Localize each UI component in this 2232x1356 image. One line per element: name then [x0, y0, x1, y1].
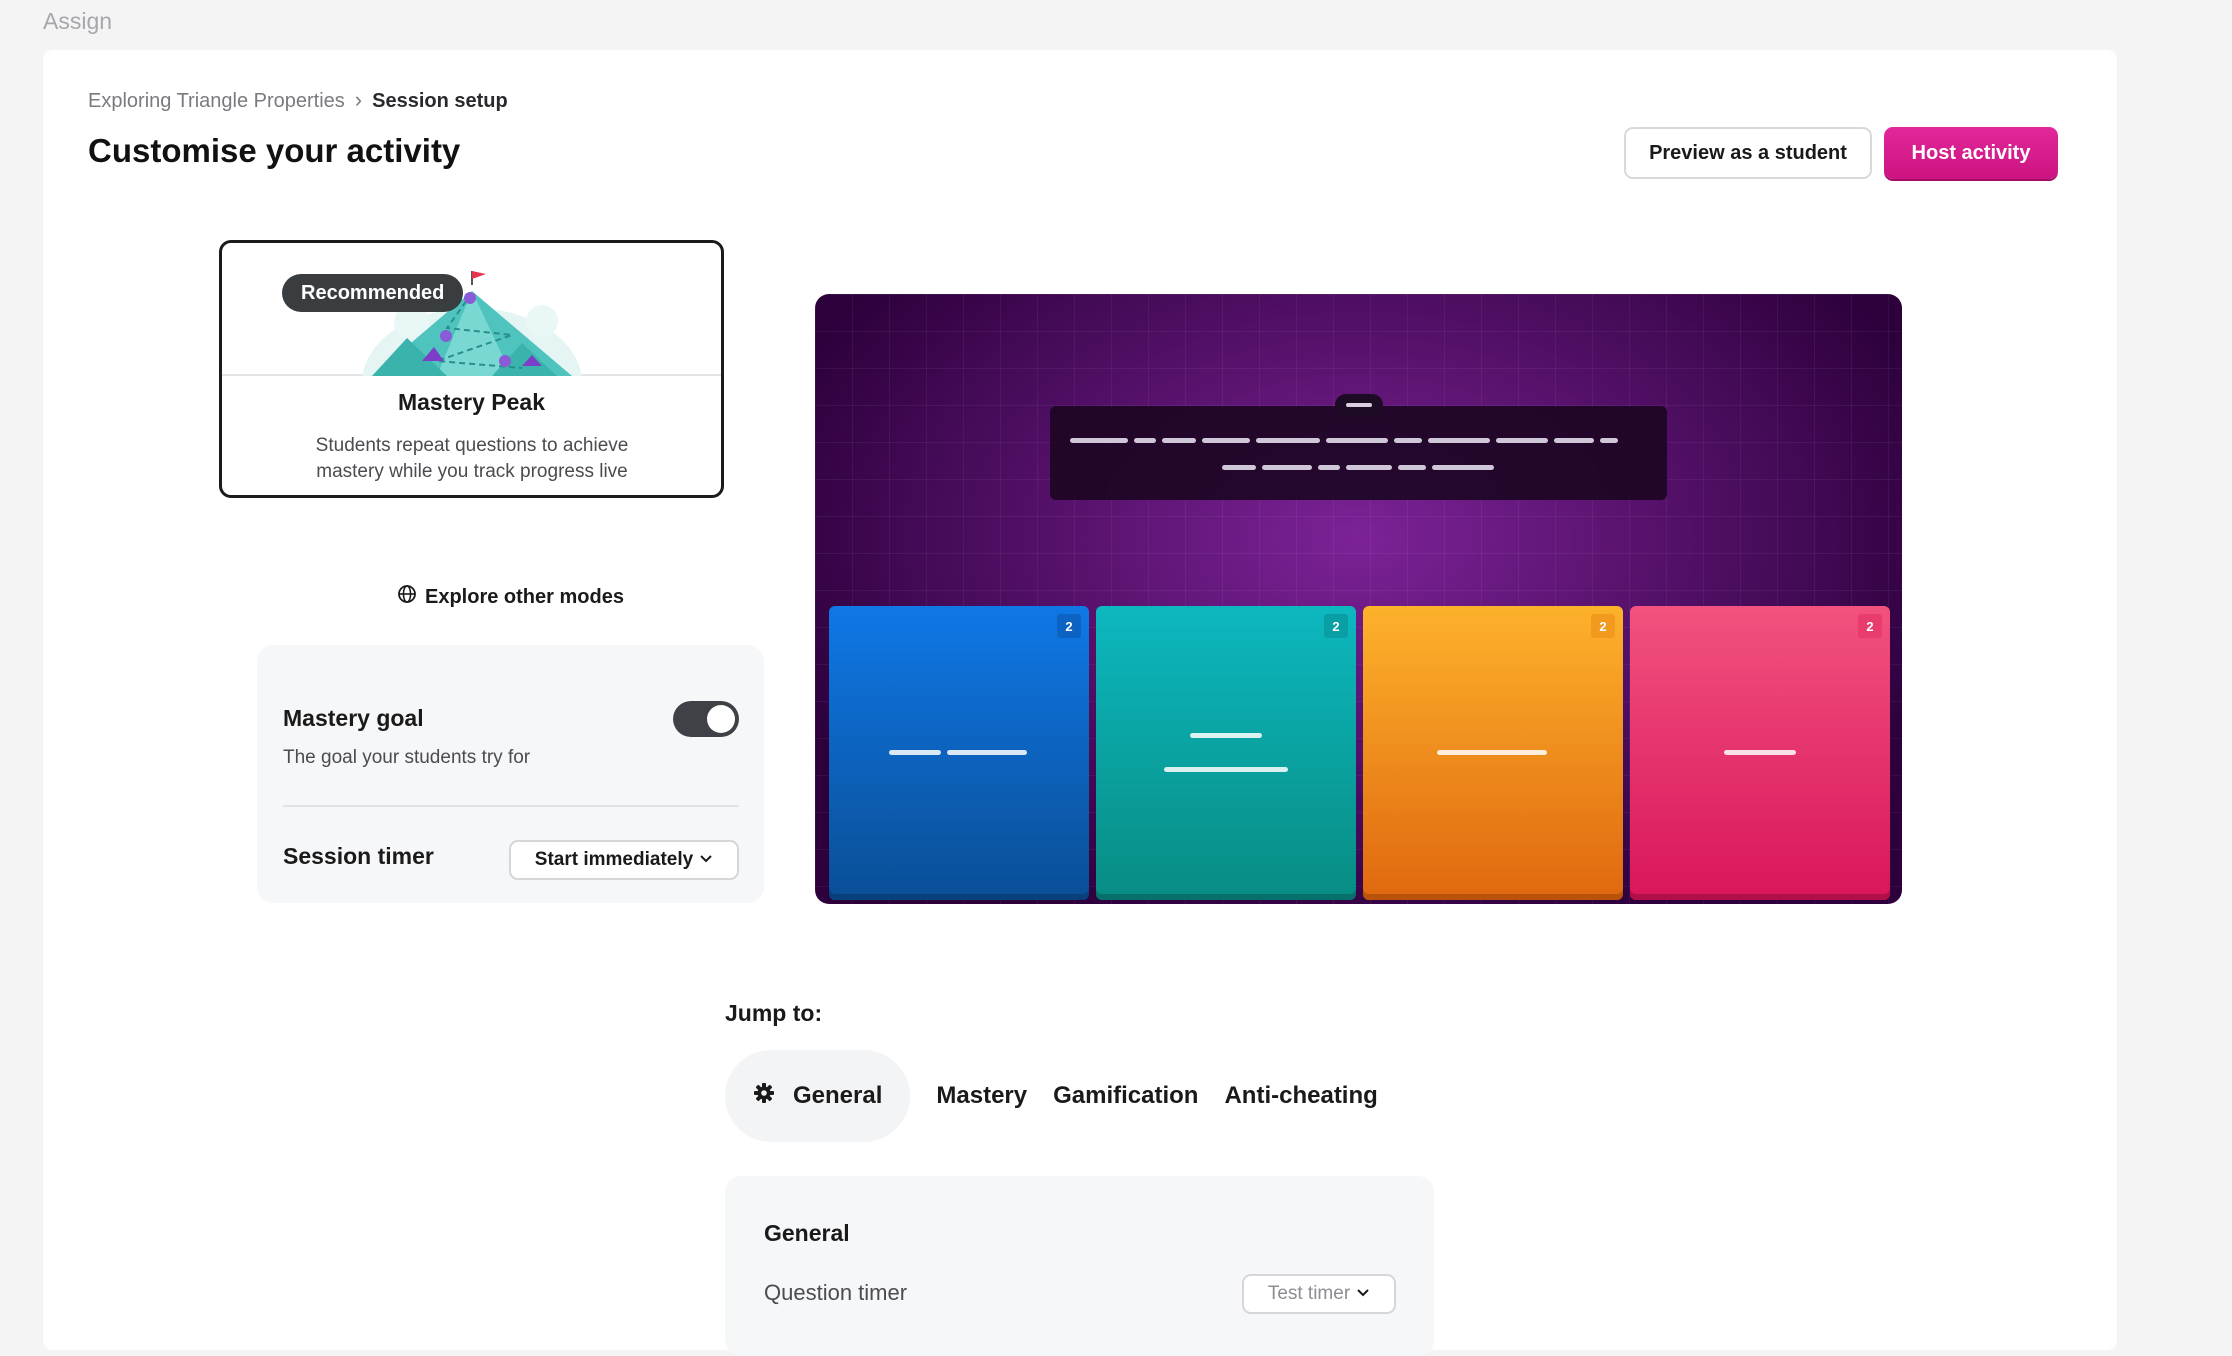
jump-to-label: Jump to:: [725, 1000, 823, 1026]
session-timer-title: Session timer: [283, 843, 434, 869]
answer-tile-1: 2: [829, 606, 1089, 900]
question-timer-select[interactable]: Test timer: [1242, 1274, 1396, 1314]
question-placeholder: [1050, 406, 1667, 500]
globe-icon: [397, 584, 417, 610]
tab-anti-cheating[interactable]: Anti-cheating: [1224, 1082, 1377, 1110]
chevron-right-icon: ›: [354, 87, 363, 112]
game-preview: 2 2 2 2: [815, 294, 1902, 904]
answer-count-badge: 2: [1057, 614, 1081, 638]
settings-panel: Mastery goal The goal your students try …: [257, 645, 764, 903]
general-settings-panel: General Question timer Test timer: [725, 1176, 1434, 1356]
question-number-pill: [1335, 394, 1383, 416]
chevron-down-icon: [1356, 1283, 1370, 1305]
mode-name: Mastery Peak: [397, 389, 546, 415]
answer-count-badge: 2: [1858, 614, 1882, 638]
answer-count-badge: 2: [1591, 614, 1615, 638]
explore-other-modes-label: Explore other modes: [425, 585, 624, 608]
tab-gamification[interactable]: Gamification: [1053, 1082, 1198, 1110]
mode-description: Students repeat questions to achieve mas…: [315, 435, 629, 482]
host-activity-button[interactable]: Host activity: [1884, 127, 2058, 179]
breadcrumb: Exploring Triangle Properties › Session …: [88, 87, 508, 113]
breadcrumb-parent-link[interactable]: Exploring Triangle Properties: [88, 90, 345, 113]
answer-tile-2: 2: [1096, 606, 1356, 900]
session-timer-value: Start immediately: [534, 849, 694, 870]
tab-general[interactable]: General: [725, 1050, 911, 1142]
page-title: Customise your activity: [88, 132, 461, 169]
preview-as-student-button[interactable]: Preview as a student: [1624, 127, 1872, 179]
tab-general-label: General: [793, 1082, 883, 1109]
session-timer-select[interactable]: Start immediately: [509, 840, 739, 880]
chevron-down-icon: [699, 849, 713, 871]
recommended-badge: Recommended: [282, 274, 464, 312]
gear-icon: [753, 1082, 775, 1111]
general-title: General: [764, 1220, 850, 1246]
answer-tile-4: 2: [1630, 606, 1890, 900]
question-timer-value: Test timer: [1267, 1283, 1351, 1304]
explore-other-modes-link[interactable]: Explore other modes: [397, 584, 624, 610]
jump-tabs: General Mastery Gamification Anti-cheati…: [725, 1050, 1378, 1142]
answer-count-badge: 2: [1324, 614, 1348, 638]
question-timer-label: Question timer: [764, 1280, 908, 1305]
breadcrumb-current: Session setup: [372, 89, 508, 112]
answer-tile-3: 2: [1363, 606, 1623, 900]
mastery-goal-toggle[interactable]: [673, 701, 739, 737]
mastery-goal-description: The goal your students try for: [283, 747, 531, 768]
mastery-goal-title: Mastery goal: [283, 705, 424, 731]
tab-mastery[interactable]: Mastery: [936, 1082, 1027, 1110]
divider: [283, 805, 739, 807]
section-label: Assign: [43, 8, 113, 34]
